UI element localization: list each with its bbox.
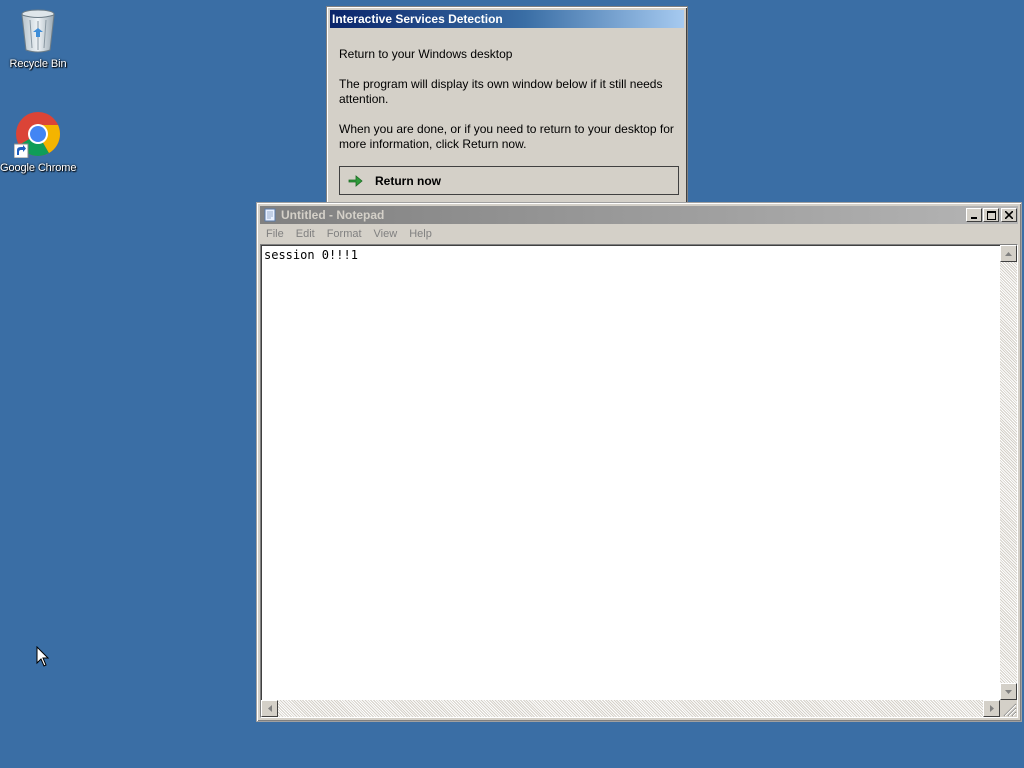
interactive-services-detection-dialog: Interactive Services Detection Return to… xyxy=(326,6,688,205)
menu-format[interactable]: Format xyxy=(321,228,368,240)
recycle-bin-icon xyxy=(16,6,60,54)
desktop-icon-label: Google Chrome xyxy=(0,162,77,174)
dialog-heading: Return to your Windows desktop xyxy=(339,47,513,61)
scroll-right-button[interactable] xyxy=(983,700,1000,717)
scroll-left-button[interactable] xyxy=(261,700,278,717)
maximize-icon xyxy=(986,210,996,220)
chrome-icon xyxy=(13,110,60,159)
scroll-up-arrow-icon xyxy=(1005,251,1012,256)
notepad-window: Untitled - Notepad File Edit Format View… xyxy=(256,202,1022,722)
vertical-scrollbar[interactable] xyxy=(1000,245,1017,700)
dialog-paragraph-2: When you are done, or if you need to ret… xyxy=(339,122,674,151)
minimize-icon xyxy=(971,217,977,219)
menu-file[interactable]: File xyxy=(260,228,290,240)
scroll-up-button[interactable] xyxy=(1000,245,1017,262)
desktop-icon-label: Recycle Bin xyxy=(9,58,67,70)
close-button[interactable] xyxy=(1001,208,1017,222)
horizontal-scrollbar[interactable] xyxy=(261,700,1000,717)
green-arrow-right-icon xyxy=(348,174,363,187)
menu-view[interactable]: View xyxy=(368,228,404,240)
scroll-left-arrow-icon xyxy=(267,705,272,712)
maximize-button[interactable] xyxy=(983,208,999,222)
notepad-menubar: File Edit Format View Help xyxy=(260,225,1018,243)
notepad-text-content: session 0!!!1 xyxy=(264,248,358,262)
scroll-right-arrow-icon xyxy=(989,705,994,712)
notepad-title: Untitled - Notepad xyxy=(281,208,385,222)
resize-grip[interactable] xyxy=(1000,700,1017,717)
notepad-titlebar[interactable]: Untitled - Notepad xyxy=(260,206,1018,224)
dialog-body: Return to your Windows desktop The progr… xyxy=(339,47,675,167)
notepad-text-area[interactable]: session 0!!!1 xyxy=(260,244,1018,718)
return-now-label: Return now xyxy=(375,173,441,188)
minimize-button[interactable] xyxy=(966,208,982,222)
desktop-icon-recycle-bin[interactable]: Recycle Bin xyxy=(0,6,76,70)
notepad-icon xyxy=(264,208,276,222)
return-now-button[interactable]: Return now xyxy=(339,166,679,195)
mouse-pointer-icon xyxy=(36,646,50,667)
dialog-titlebar[interactable]: Interactive Services Detection xyxy=(330,10,684,28)
resize-grip-icon xyxy=(1003,703,1017,717)
dialog-paragraph-1: The program will display its own window … xyxy=(339,77,663,106)
menu-help[interactable]: Help xyxy=(403,228,438,240)
close-icon xyxy=(1005,211,1013,219)
scroll-down-arrow-icon xyxy=(1005,689,1012,694)
menu-edit[interactable]: Edit xyxy=(290,228,321,240)
desktop-icon-google-chrome[interactable]: Google Chrome xyxy=(0,110,76,174)
scroll-down-button[interactable] xyxy=(1000,683,1017,700)
